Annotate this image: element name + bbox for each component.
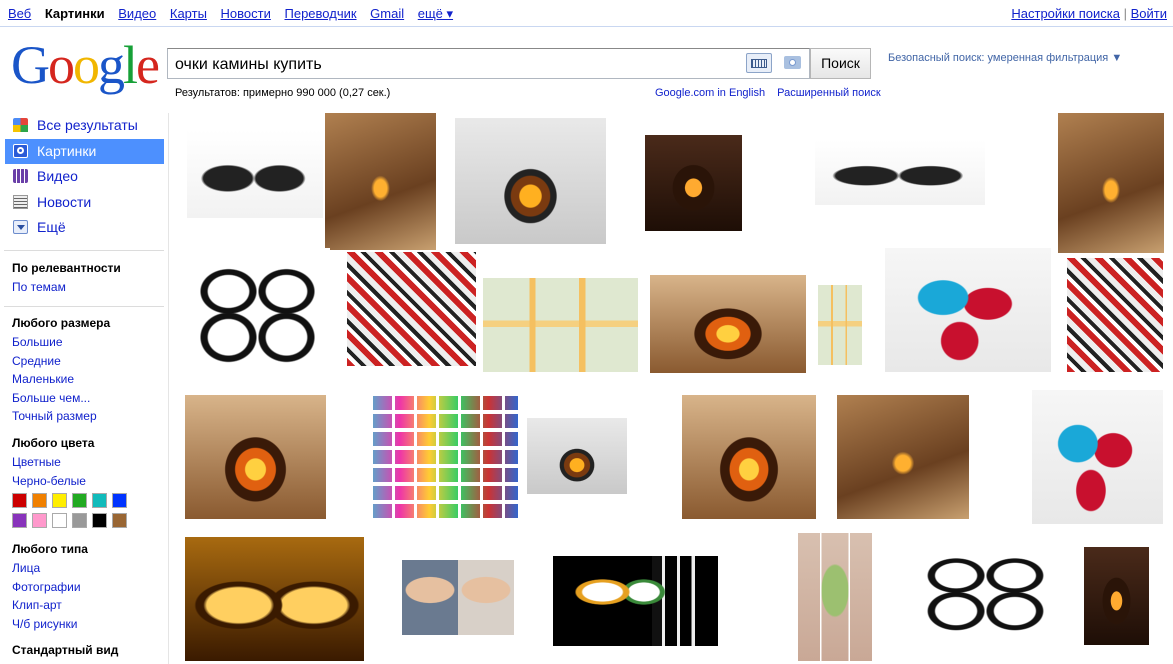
search-input[interactable]: очки камины купить xyxy=(167,48,810,79)
type-header[interactable]: Любого типа xyxy=(12,540,88,559)
top-bar: Веб Картинки Видео Карты Новости Перевод… xyxy=(0,0,1173,27)
size-header[interactable]: Любого размера xyxy=(12,314,110,333)
size-medium[interactable]: Средние xyxy=(12,352,110,371)
nav-video[interactable]: Видео xyxy=(0,164,168,190)
thumb-black-glasses-pair[interactable] xyxy=(185,248,330,372)
color-swatch[interactable] xyxy=(92,493,107,508)
top-links: Настройки поиска | Войти xyxy=(1011,6,1167,21)
thumb-brick-fireplace[interactable] xyxy=(682,395,816,519)
type-clipart[interactable]: Клип-арт xyxy=(12,596,88,615)
images-icon xyxy=(13,143,28,158)
search-query-text: очки камины купить xyxy=(175,56,322,73)
color-swatch[interactable] xyxy=(112,513,127,528)
thumb-pyramid-fireplace[interactable] xyxy=(837,395,969,519)
color-swatch[interactable] xyxy=(52,493,67,508)
thumb-corner-fireplace[interactable] xyxy=(185,395,326,519)
advanced-search-link[interactable]: Расширенный поиск xyxy=(777,87,881,99)
color-header[interactable]: Любого цвета xyxy=(12,434,94,453)
thumb-celebrity-glasses[interactable] xyxy=(402,560,514,635)
thumb-glasses-pile[interactable] xyxy=(347,252,476,366)
size-large[interactable]: Большие xyxy=(12,333,110,352)
top-nav: Веб Картинки Видео Карты Новости Перевод… xyxy=(8,6,463,22)
topnav-images[interactable]: Картинки xyxy=(45,6,105,21)
thumb-sunglasses-stack[interactable] xyxy=(1067,258,1163,372)
thumb-sunglasses-grid[interactable] xyxy=(370,392,518,518)
thumb-stone-fireplace[interactable] xyxy=(650,275,806,373)
color-swatch[interactable] xyxy=(112,493,127,508)
thumb-map-small[interactable] xyxy=(818,285,862,365)
topnav-web[interactable]: Веб xyxy=(8,6,31,21)
all-results-icon xyxy=(13,118,28,132)
thumb-classic-fireplace-room[interactable] xyxy=(1058,113,1164,253)
color-filter: Любого цвета Цветные Черно-белые xyxy=(12,434,94,490)
size-larger-than[interactable]: Больше чем... xyxy=(12,389,110,408)
thumb-3d-glasses[interactable] xyxy=(885,248,1051,372)
color-swatch[interactable] xyxy=(92,513,107,528)
thumb-aviator-sunglasses[interactable] xyxy=(187,130,323,218)
thumb-yandex-map[interactable] xyxy=(483,278,638,372)
topnav-maps[interactable]: Карты xyxy=(170,6,207,21)
topnav-more[interactable]: ещё ▾ xyxy=(418,6,453,21)
color-bw[interactable]: Черно-белые xyxy=(12,472,94,491)
search-settings-link[interactable]: Настройки поиска xyxy=(1011,6,1120,21)
type-lineart[interactable]: Ч/б рисунки xyxy=(12,615,88,634)
thumb-cast-iron-stove[interactable] xyxy=(1084,547,1149,645)
nav-news[interactable]: Новости xyxy=(0,190,168,216)
thumb-window-room[interactable] xyxy=(798,533,872,661)
safe-search-dropdown[interactable]: Безопасный поиск: умеренная фильтрация ▼ xyxy=(888,52,1122,64)
topnav-news[interactable]: Новости xyxy=(221,6,271,21)
camera-icon[interactable] xyxy=(784,56,801,69)
top-links-separator: | xyxy=(1123,6,1127,21)
nav-images[interactable]: Картинки xyxy=(5,138,164,164)
thumb-red-3d-glasses[interactable] xyxy=(1032,390,1163,524)
vertical-divider xyxy=(168,113,169,664)
thumb-white-fireplace[interactable] xyxy=(455,118,606,244)
left-nav: Все результаты Картинки Видео Новости Ещ… xyxy=(0,113,168,241)
nav-more[interactable]: Ещё xyxy=(0,215,168,241)
video-icon xyxy=(13,169,28,183)
color-swatch[interactable] xyxy=(72,493,87,508)
divider xyxy=(4,306,164,307)
keyboard-icon[interactable] xyxy=(746,53,772,73)
size-exact[interactable]: Точный размер xyxy=(12,407,110,426)
thumb-wayfarer-sunglasses[interactable] xyxy=(815,140,985,205)
thumb-stove-children[interactable] xyxy=(325,113,436,250)
sort-header[interactable]: По релевантности xyxy=(12,259,121,278)
color-swatch[interactable] xyxy=(12,493,27,508)
search-button[interactable]: Поиск xyxy=(810,48,871,79)
color-swatch[interactable] xyxy=(12,513,27,528)
type-photo[interactable]: Фотографии xyxy=(12,578,88,597)
color-swatch[interactable] xyxy=(72,513,87,528)
google-logo[interactable]: Google xyxy=(11,38,160,92)
nav-all-results[interactable]: Все результаты xyxy=(0,113,168,139)
divider xyxy=(4,250,164,251)
thumb-painted-glasses[interactable] xyxy=(553,556,718,646)
view-header[interactable]: Стандартный вид xyxy=(12,641,118,660)
english-link[interactable]: Google.com in English xyxy=(655,87,765,99)
color-swatch[interactable] xyxy=(52,513,67,528)
size-filter: Любого размера Большие Средние Маленькие… xyxy=(12,314,110,426)
topnav-translate[interactable]: Переводчик xyxy=(285,6,357,21)
color-swatch[interactable] xyxy=(32,513,47,528)
news-icon xyxy=(13,194,28,209)
sort-filter: По релевантности По темам xyxy=(12,259,121,297)
sort-by-topic[interactable]: По темам xyxy=(12,278,121,297)
thumb-white-portal[interactable] xyxy=(527,418,627,494)
chevron-down-icon xyxy=(13,220,28,234)
thumb-pinhole-glasses[interactable] xyxy=(185,537,364,661)
size-small[interactable]: Маленькие xyxy=(12,370,110,389)
search-links: Google.com in English Расширенный поиск xyxy=(655,87,890,99)
color-full[interactable]: Цветные xyxy=(12,453,94,472)
type-faces[interactable]: Лица xyxy=(12,559,88,578)
thumb-dark-fireplace[interactable] xyxy=(645,135,742,231)
login-link[interactable]: Войти xyxy=(1131,6,1167,21)
topnav-video[interactable]: Видео xyxy=(118,6,156,21)
view-filter: Стандартный вид xyxy=(12,641,118,660)
thumb-black-3d-glasses[interactable] xyxy=(912,542,1059,638)
topnav-gmail[interactable]: Gmail xyxy=(370,6,404,21)
results-stats: Результатов: примерно 990 000 (0,27 сек.… xyxy=(175,87,391,99)
type-filter: Любого типа Лица Фотографии Клип-арт Ч/б… xyxy=(12,540,88,633)
color-swatch[interactable] xyxy=(32,493,47,508)
